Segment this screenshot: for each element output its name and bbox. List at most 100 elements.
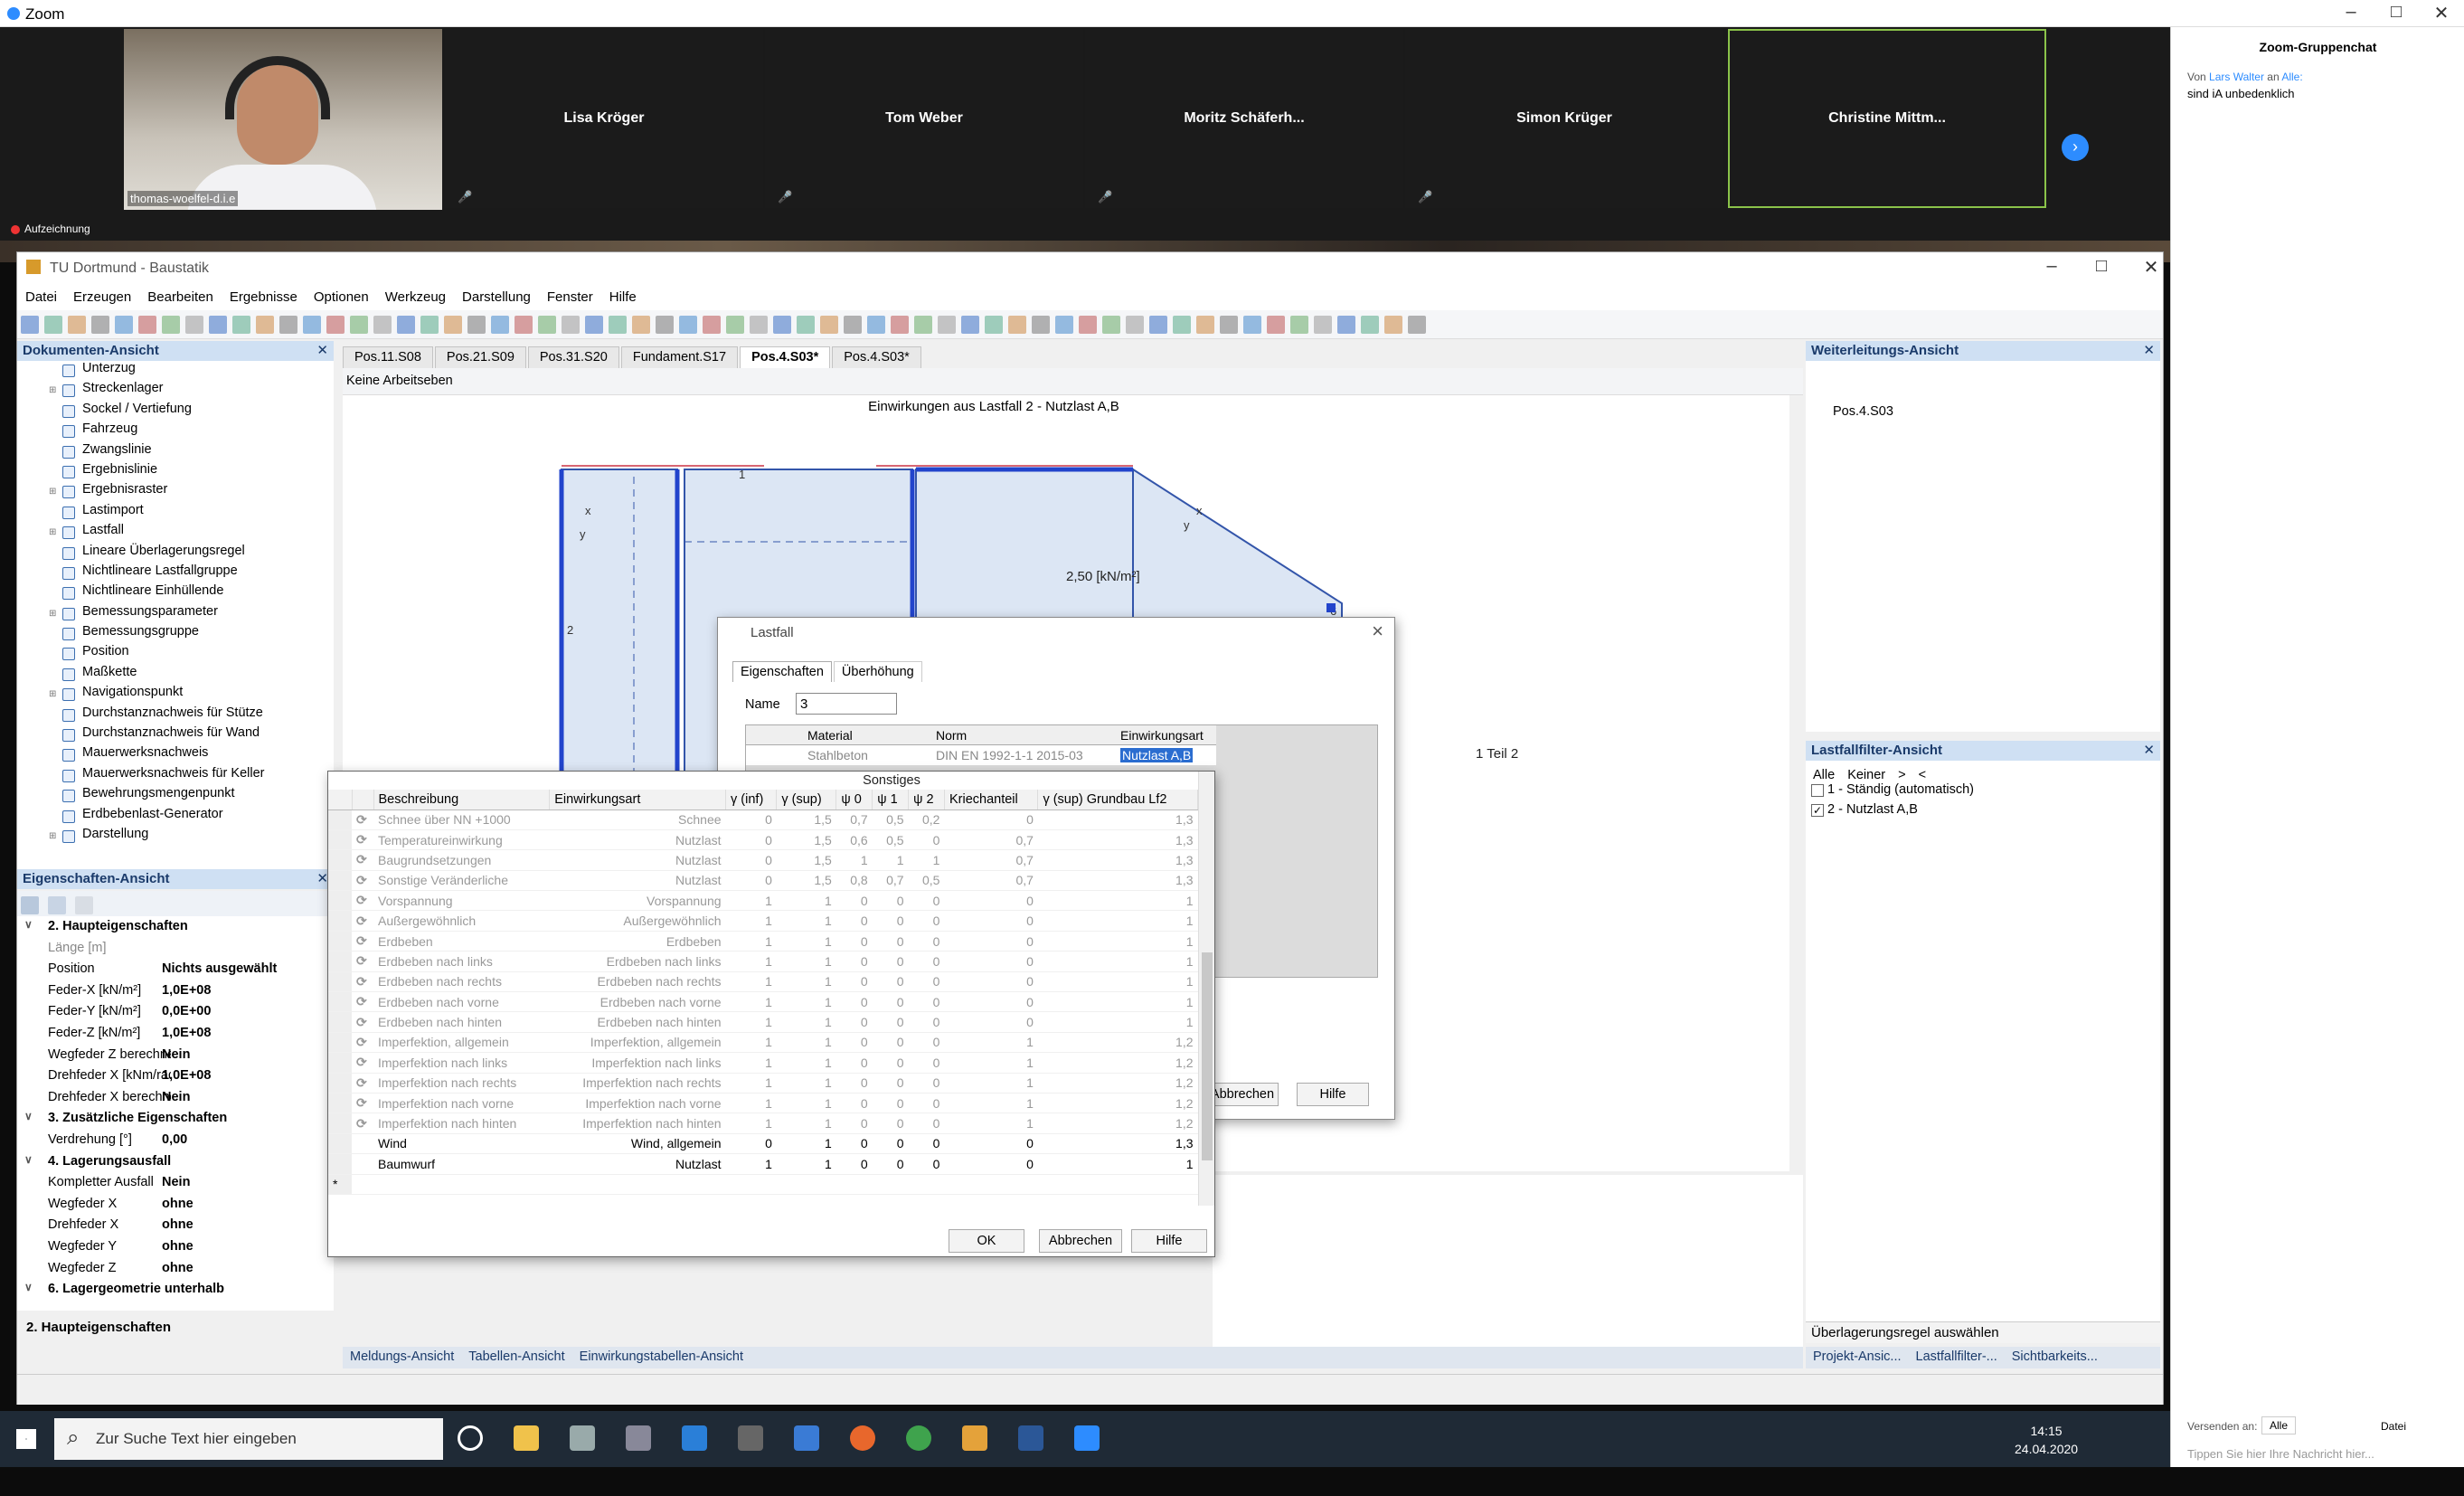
table-cell[interactable]: 1 <box>1037 951 1198 972</box>
filter-button[interactable]: > <box>1898 768 1905 782</box>
menu-item[interactable]: Hilfe <box>601 283 645 305</box>
table-row[interactable]: ⟳ Vorspannung Vorspannung 1 1 0 0 0 0 1 <box>328 890 1198 912</box>
table-row[interactable]: Wind Wind, allgemein 0 1 0 0 0 0 1,3 <box>328 1133 1198 1155</box>
document-tab[interactable]: Fundament.S17 <box>620 346 739 368</box>
property-row[interactable]: Feder-X [kN/m²] 1,0E+08 <box>17 980 334 1002</box>
tree-item[interactable]: Maßkette <box>17 665 334 685</box>
file-button[interactable]: Datei <box>2381 1420 2406 1433</box>
name-input[interactable] <box>796 693 897 715</box>
property-value[interactable]: 1,0E+08 <box>162 1068 211 1083</box>
table-cell[interactable]: 0 <box>944 890 1038 912</box>
table-row[interactable]: ⟳ Baugrundsetzungen Nutzlast 0 1,5 1 1 1 0,7 1,3 <box>328 849 1198 871</box>
table-cell[interactable]: 0 <box>872 931 909 952</box>
property-value[interactable]: ohne <box>162 1239 194 1254</box>
menu-item[interactable]: Optionen <box>306 283 377 305</box>
sort-alpha-icon[interactable] <box>48 896 67 914</box>
table-cell[interactable]: 1,5 <box>776 849 836 871</box>
tree-item[interactable]: Erdbebenlast-Generator <box>17 807 334 827</box>
row-header[interactable] <box>328 1073 352 1094</box>
table-cell[interactable]: 0 <box>835 1153 873 1175</box>
toolbar-icon[interactable] <box>1102 316 1120 334</box>
toolbar-icon[interactable] <box>162 316 180 334</box>
document-tab[interactable]: Pos.4.S03* <box>832 346 921 368</box>
table-cell[interactable]: 1 <box>1037 971 1198 993</box>
expand-icon[interactable]: ⊞ <box>49 487 56 497</box>
table-cell[interactable]: 1 <box>725 991 777 1013</box>
toolbar-icon[interactable] <box>773 316 791 334</box>
property-row[interactable]: Feder-Z [kN/m²] 1,0E+08 <box>17 1023 334 1045</box>
table-cell[interactable] <box>373 1174 550 1195</box>
table-cell[interactable]: Imperfektion nach rechts <box>549 1073 726 1094</box>
bottom-tab[interactable]: Einwirkungstabellen-Ansicht <box>572 1347 751 1367</box>
table-cell[interactable]: 0 <box>725 1133 777 1155</box>
table-cell[interactable]: 0 <box>944 1011 1038 1033</box>
toolbar-icon[interactable] <box>961 316 979 334</box>
row-header[interactable] <box>328 1093 352 1114</box>
table-cell[interactable]: Wind <box>373 1133 550 1155</box>
table-cell[interactable]: Baumwurf <box>373 1153 550 1175</box>
table-row[interactable]: ⟳ Imperfektion, allgemein Imperfektion, al… <box>328 1032 1198 1054</box>
table-cell[interactable]: 1 <box>776 1073 836 1094</box>
table-cell[interactable]: 1 <box>776 1032 836 1054</box>
property-row[interactable]: Kompletter Ausfall Nein <box>17 1172 334 1194</box>
table-cell[interactable]: 1 <box>725 1052 777 1074</box>
table-cell[interactable]: 0 <box>872 991 909 1013</box>
table-cell[interactable]: 1 <box>944 1073 1038 1094</box>
property-group[interactable]: 3. Zusätzliche Eigenschaften <box>17 1108 334 1130</box>
zoom-icon[interactable] <box>1074 1425 1100 1451</box>
table-cell[interactable]: 0 <box>835 1133 873 1155</box>
property-row[interactable]: Drehfeder X [kNm/rad] 1,0E+08 <box>17 1065 334 1087</box>
table-cell[interactable]: 1 <box>776 991 836 1013</box>
table-cell[interactable]: 0 <box>908 991 945 1013</box>
table-cell[interactable]: 1,2 <box>1037 1093 1198 1114</box>
toolbar-icon[interactable] <box>867 316 885 334</box>
table-cell[interactable]: 1 <box>944 1093 1038 1114</box>
toolbar-icon[interactable] <box>115 316 133 334</box>
table-cell[interactable]: 0 <box>725 849 777 871</box>
property-value[interactable]: Nein <box>162 1090 190 1104</box>
bottom-tab[interactable]: Tabellen-Ansicht <box>461 1347 571 1367</box>
table-cell[interactable]: 1,2 <box>1037 1073 1198 1094</box>
table-cell[interactable]: Erdbeben nach rechts <box>549 971 726 993</box>
cancel-button[interactable]: Abbrechen <box>1206 1083 1279 1106</box>
vertical-scrollbar[interactable] <box>1789 395 1803 1171</box>
toolbar-icon[interactable] <box>703 316 721 334</box>
table-cell[interactable]: 0,7 <box>944 829 1038 851</box>
table-cell[interactable]: 0 <box>944 951 1038 972</box>
tree-item[interactable]: ⊞ Ergebnisraster <box>17 482 334 502</box>
toolbar-icon[interactable] <box>538 316 556 334</box>
table-cell[interactable]: 0,2 <box>908 810 945 830</box>
property-group[interactable]: 2. Haupteigenschaften <box>17 916 334 938</box>
tree-item[interactable]: ⊞ Lastfall <box>17 523 334 543</box>
tree-item[interactable]: ⊞ Navigationspunkt <box>17 685 334 705</box>
table-cell[interactable]: 1 <box>944 1113 1038 1134</box>
toolbar-icon[interactable] <box>444 316 462 334</box>
table-cell[interactable]: Sonstige Veränderliche <box>373 870 550 892</box>
tree-item[interactable]: Unterzug <box>17 361 334 381</box>
baustatik-icon[interactable] <box>962 1425 987 1451</box>
table-cell[interactable]: Baugrundsetzungen <box>373 849 550 871</box>
expand-icon[interactable]: ⊞ <box>49 609 56 619</box>
toolbar-icon[interactable] <box>44 316 62 334</box>
row-header[interactable] <box>328 1052 352 1074</box>
menu-item[interactable]: Werkzeug <box>377 283 454 305</box>
toolbar-icon[interactable] <box>1220 316 1238 334</box>
cancel-button[interactable]: Abbrechen <box>1039 1229 1122 1253</box>
property-row[interactable]: Position Nichts ausgewählt <box>17 959 334 980</box>
property-row[interactable]: Drehfeder X ohne <box>17 1215 334 1236</box>
property-value[interactable]: ohne <box>162 1261 194 1275</box>
toolbar-icon[interactable] <box>820 316 838 334</box>
table-cell[interactable]: 1,3 <box>1037 870 1198 892</box>
table-cell[interactable]: 1 <box>725 890 777 912</box>
toolbar-icon[interactable] <box>209 316 227 334</box>
toolbar-icon[interactable] <box>656 316 674 334</box>
loadcase-filter-item[interactable]: 1 - Ständig (automatisch) <box>1806 782 2160 802</box>
loadcase-filter-item[interactable]: ✓ 2 - Nutzlast A,B <box>1806 802 2160 822</box>
tree-item[interactable]: Bewehrungsmengenpunkt <box>17 786 334 806</box>
table-cell[interactable]: 0 <box>908 829 945 851</box>
table-cell[interactable]: Erdbeben nach links <box>549 951 726 972</box>
document-tab[interactable]: Pos.11.S08 <box>343 346 433 368</box>
toolbar-icon[interactable] <box>609 316 627 334</box>
table-cell[interactable]: Schnee <box>549 810 726 830</box>
table-cell[interactable]: 1 <box>1037 1011 1198 1033</box>
